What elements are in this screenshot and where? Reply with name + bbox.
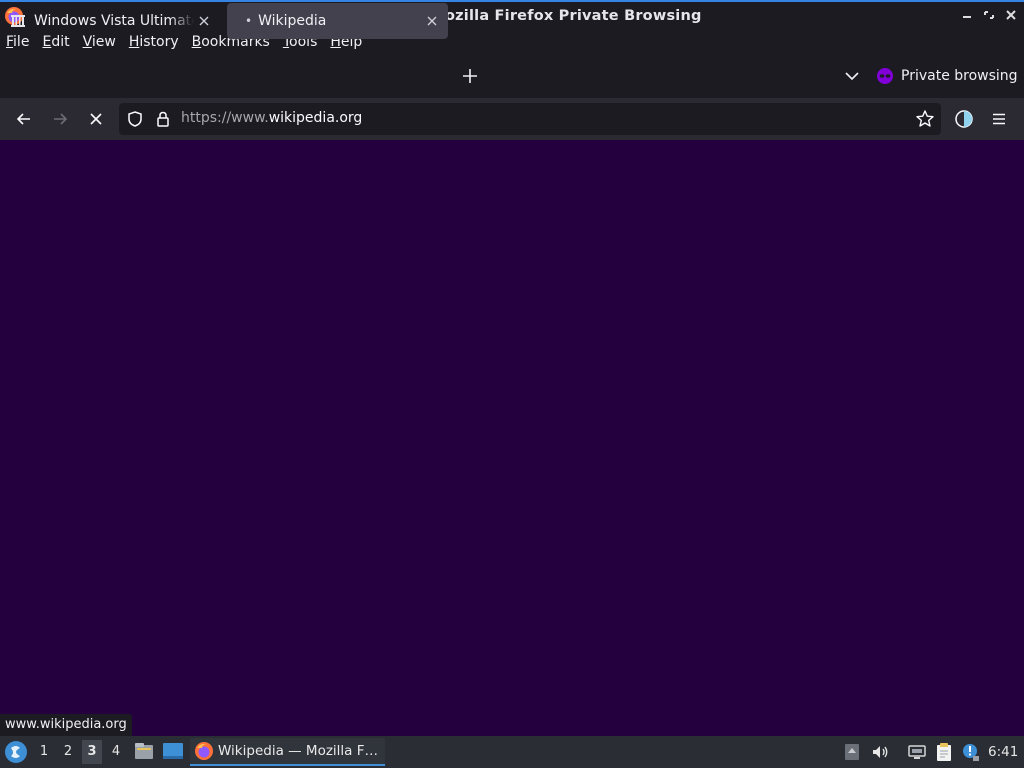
url-input[interactable]: https://www.wikipedia.org: [181, 110, 362, 126]
forward-button[interactable]: [48, 108, 72, 130]
hamburger-menu-icon[interactable]: [990, 110, 1008, 128]
page-content[interactable]: [0, 140, 1024, 736]
lock-icon[interactable]: [154, 110, 172, 128]
file-manager-icon[interactable]: [134, 741, 154, 761]
clipboard-icon[interactable]: [934, 742, 954, 762]
updates-icon[interactable]: [960, 742, 980, 762]
show-desktop-icon[interactable]: [162, 741, 184, 761]
url-prefix: https://www.: [181, 110, 269, 126]
list-all-tabs-button[interactable]: [840, 66, 864, 86]
back-button[interactable]: [12, 108, 36, 130]
arrow-right-icon: [54, 113, 68, 125]
new-tab-button[interactable]: [458, 64, 482, 88]
tab-label: Windows Vista Ultimate — Wikipedia: [34, 13, 194, 29]
firefox-icon: [195, 742, 213, 760]
tab-wikipedia[interactable]: • Wikipedia: [227, 3, 448, 39]
private-mask-icon: [877, 68, 893, 84]
workspace-4[interactable]: 4: [106, 740, 126, 764]
close-icon[interactable]: [1004, 7, 1018, 23]
taskbar-task-label: Wikipedia — Mozilla F…: [218, 743, 378, 759]
taskbar-firefox-task[interactable]: Wikipedia — Mozilla F…: [190, 738, 385, 766]
private-browsing-label: Private browsing: [901, 68, 1018, 84]
network-icon[interactable]: [907, 742, 927, 762]
wikipedia-icon: [10, 13, 26, 29]
loading-dot-icon: •: [245, 14, 253, 28]
screen: Wikipedia — Mozilla Firefox Private Brow…: [0, 0, 1024, 768]
tray-expand-icon[interactable]: [842, 742, 862, 762]
bookmark-star-icon[interactable]: [914, 108, 936, 130]
extension-icon[interactable]: [953, 108, 975, 130]
taskbar-clock[interactable]: 6:41: [988, 742, 1018, 762]
maximize-icon[interactable]: [982, 7, 996, 23]
tab-label: Wikipedia: [258, 13, 327, 29]
tab-windows-vista[interactable]: Windows Vista Ultimate — Wikipedia: [4, 3, 220, 39]
start-menu-icon[interactable]: [4, 740, 28, 764]
close-tab-icon[interactable]: [422, 11, 442, 31]
volume-icon[interactable]: [870, 742, 890, 762]
close-tab-icon[interactable]: [194, 11, 214, 31]
arrow-left-icon: [16, 113, 30, 125]
stop-button[interactable]: [84, 108, 108, 130]
url-host: wikipedia.org: [268, 110, 363, 126]
workspace-3[interactable]: 3: [82, 740, 102, 764]
stop-icon: [90, 113, 102, 125]
private-browsing-indicator: Private browsing: [876, 66, 1018, 86]
minimize-icon[interactable]: [960, 7, 974, 23]
workspace-1[interactable]: 1: [34, 740, 54, 764]
status-link-preview: www.wikipedia.org: [0, 714, 132, 736]
workspace-2[interactable]: 2: [58, 740, 78, 764]
chevron-down-icon: [845, 72, 859, 81]
tab-bar: [0, 56, 1024, 98]
plus-icon: [463, 69, 477, 83]
shield-icon[interactable]: [126, 110, 144, 128]
